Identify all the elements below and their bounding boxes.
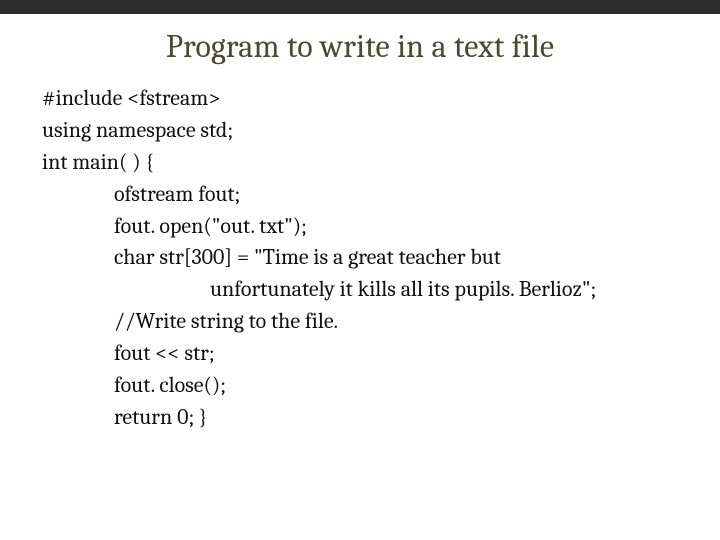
slide: Program to write in a text file #include… [0, 0, 720, 540]
top-accent-bar [0, 0, 720, 14]
code-line: fout. close(); [42, 370, 700, 402]
code-line: unfortunately it kills all its pupils. B… [42, 274, 700, 306]
code-line: ofstream fout; [42, 179, 700, 211]
code-line: int main( ) { [42, 147, 700, 179]
code-line: //Write string to the file. [42, 306, 700, 338]
code-line: fout << str; [42, 338, 700, 370]
code-line: using namespace std; [42, 115, 700, 147]
code-line: #include <fstream> [42, 83, 700, 115]
code-block: #include <fstream> using namespace std; … [0, 83, 720, 434]
code-line: char str[300] = "Time is a great teacher… [42, 242, 700, 274]
slide-title: Program to write in a text file [0, 28, 720, 65]
code-line: fout. open("out. txt"); [42, 211, 700, 243]
code-line: return 0; } [42, 402, 700, 434]
